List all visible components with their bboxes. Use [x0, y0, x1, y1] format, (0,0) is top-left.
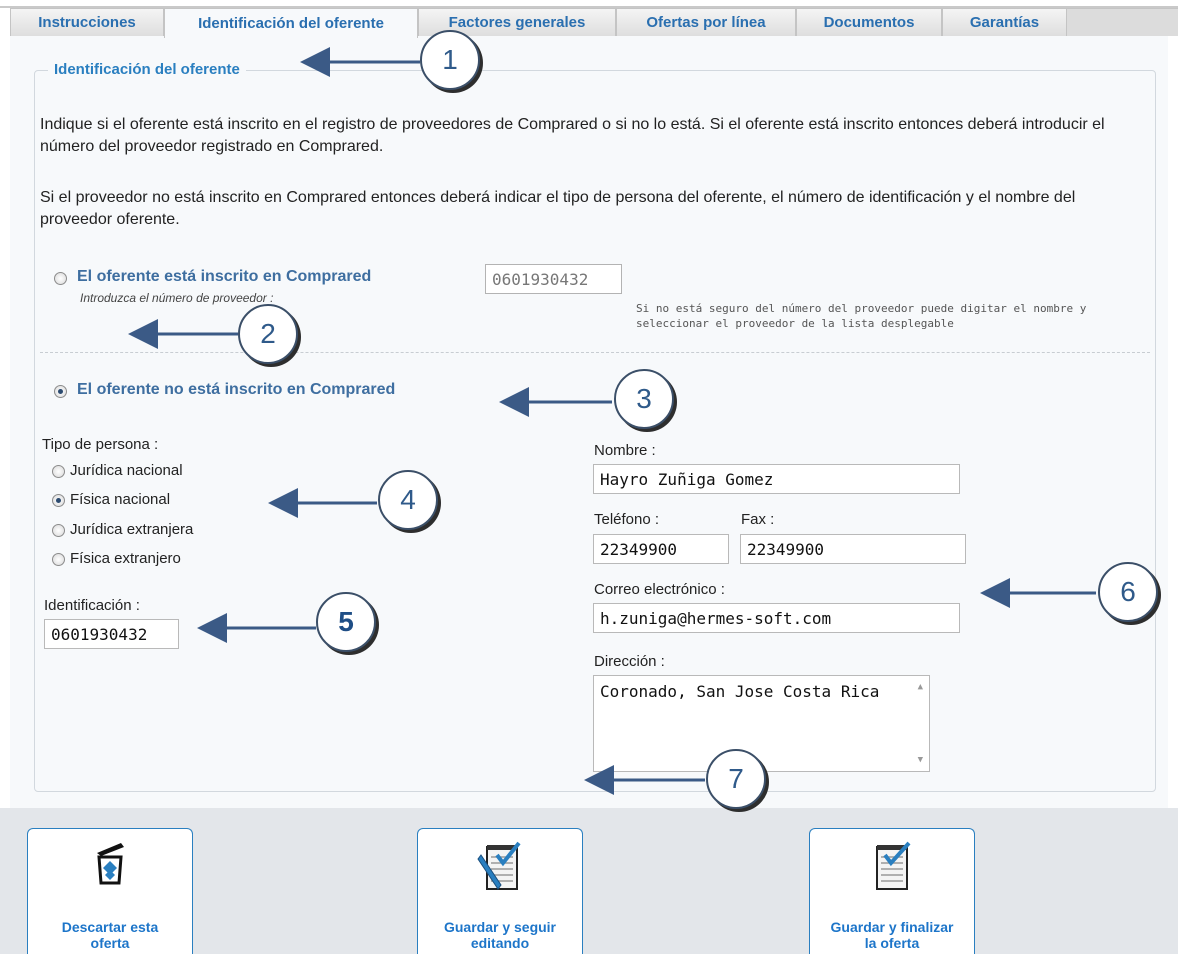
correo-input[interactable]: h.zuniga@hermes-soft.com	[593, 603, 960, 633]
direccion-label: Dirección :	[594, 653, 665, 670]
identification-label: Identificación :	[44, 597, 140, 614]
provider-number-input[interactable]: 0601930432	[485, 264, 622, 294]
scroll-down-icon[interactable]: ▼	[918, 755, 923, 765]
fax-label: Fax :	[741, 511, 775, 528]
callout-1: 1	[420, 30, 480, 90]
option-juridica-nacional: Jurídica nacional	[70, 462, 183, 479]
direccion-text: Coronado, San Jose Costa Rica	[600, 682, 880, 701]
save-finish-button[interactable]: Guardar y finalizar la oferta	[809, 828, 975, 954]
section-legend: Identificación del oferente	[48, 61, 246, 78]
provider-help-line-2: seleccionar el proveedor de la lista des…	[636, 317, 954, 330]
tab-instrucciones[interactable]: Instrucciones	[10, 8, 164, 36]
direccion-scrollbar[interactable]: ▲ ▼	[907, 676, 929, 771]
radio-fisica-extranjero[interactable]	[52, 553, 65, 566]
radio-fisica-nacional[interactable]	[52, 494, 65, 507]
option-fisica-nacional: Física nacional	[70, 491, 171, 508]
notepad-check-icon	[869, 841, 915, 898]
identification-input[interactable]: 0601930432	[44, 619, 179, 649]
radio-juridica-extranjera[interactable]	[52, 524, 65, 537]
callout-7: 7	[706, 749, 766, 809]
person-type-label: Tipo de persona :	[42, 436, 159, 453]
callout-6: 6	[1098, 562, 1158, 622]
radio-juridica-nacional[interactable]	[52, 465, 65, 478]
correo-label: Correo electrónico :	[594, 581, 725, 598]
fax-input[interactable]: 22349900	[740, 534, 966, 564]
discard-offer-label: Descartar esta oferta	[61, 919, 159, 951]
save-continue-button[interactable]: Guardar y seguir editando	[417, 828, 583, 954]
intro-paragraph-1: Indique si el oferente está inscrito en …	[40, 116, 1105, 155]
notepad-pencil-icon	[477, 841, 523, 898]
provider-number-hint: Introduzca el número de proveedor :	[80, 291, 274, 305]
discard-icon	[93, 841, 127, 890]
callout-4: 4	[378, 470, 438, 530]
scroll-up-icon[interactable]: ▲	[918, 682, 923, 692]
provider-help-line-1: Si no está seguro del número del proveed…	[636, 302, 1087, 315]
save-continue-label: Guardar y seguir editando	[443, 919, 557, 951]
save-finish-label: Guardar y finalizar la oferta	[830, 919, 954, 951]
tab-documentos[interactable]: Documentos	[796, 8, 942, 36]
callout-2: 2	[238, 304, 298, 364]
radio-not-registered[interactable]	[54, 385, 67, 398]
nombre-label: Nombre :	[594, 442, 656, 459]
tab-bar-filler	[1067, 8, 1178, 36]
radio-registered[interactable]	[54, 272, 67, 285]
tab-identificacion-oferente[interactable]: Identificación del oferente	[164, 8, 418, 38]
callout-5: 5	[316, 592, 376, 652]
option-juridica-extranjera: Jurídica extranjera	[70, 521, 194, 538]
tab-bar: Instrucciones Identificación del oferent…	[0, 0, 1178, 38]
telefono-input[interactable]: 22349900	[593, 534, 729, 564]
radio-registered-label: El oferente está inscrito en Comprared	[77, 268, 372, 285]
telefono-label: Teléfono :	[594, 511, 660, 528]
intro-paragraph-2: Si el proveedor no está inscrito en Comp…	[40, 189, 1076, 228]
tab-ofertas-por-linea[interactable]: Ofertas por línea	[616, 8, 796, 36]
section-divider	[40, 352, 1150, 353]
radio-not-registered-label: El oferente no está inscrito en Comprare…	[77, 381, 396, 398]
tab-garantias[interactable]: Garantías	[942, 8, 1067, 36]
callout-3: 3	[614, 369, 674, 429]
direccion-textarea[interactable]: Coronado, San Jose Costa Rica ▲ ▼	[593, 675, 930, 772]
discard-offer-button[interactable]: Descartar esta oferta	[27, 828, 193, 954]
option-fisica-extranjero: Física extranjero	[70, 550, 181, 567]
nombre-input[interactable]: Hayro Zuñiga Gomez	[593, 464, 960, 494]
